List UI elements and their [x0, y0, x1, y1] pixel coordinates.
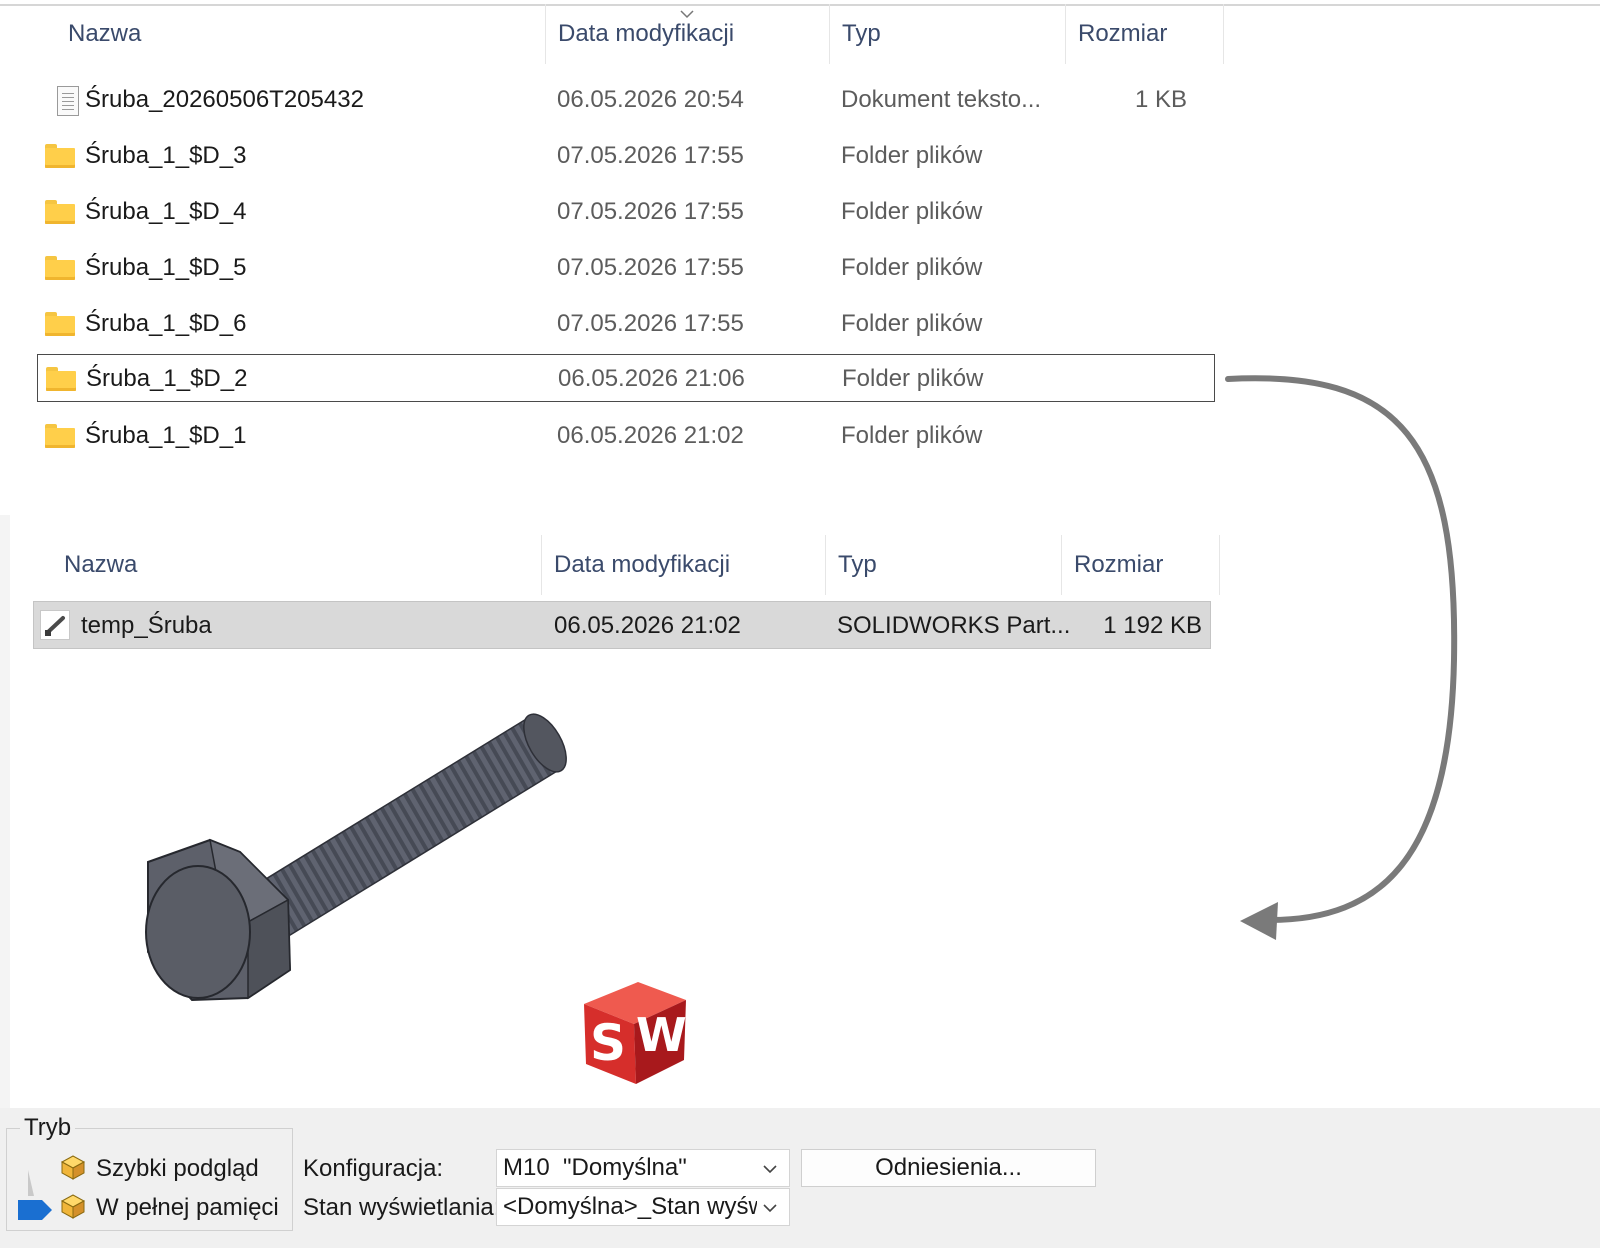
configuration-value: M10 "Domyślna" [503, 1154, 687, 1181]
column-header-type[interactable]: Typ [826, 535, 1062, 595]
curved-arrow-annotation [1225, 375, 1458, 940]
folder-row-selected[interactable]: Śruba_1_$D_2 06.05.2026 21:06 Folder pli… [37, 354, 1215, 402]
dialog-left-edge [0, 515, 10, 1108]
file-date: 06.05.2026 20:54 [557, 86, 744, 113]
mode-group-title: Tryb [20, 1114, 76, 1142]
folder-date: 06.05.2026 21:02 [557, 422, 744, 449]
folder-name: Śruba_1_$D_3 [85, 142, 247, 169]
file-size: 1 KB [1134, 86, 1187, 113]
folder-date: 07.05.2026 17:55 [557, 198, 744, 225]
column-header-size[interactable]: Rozmiar [1062, 535, 1220, 595]
logo-letter-w: W [636, 1008, 687, 1062]
folder-type: Folder plików [841, 198, 983, 225]
folder-date: 06.05.2026 21:06 [558, 365, 745, 392]
folder-date: 07.05.2026 17:55 [557, 254, 744, 281]
folder-date: 07.05.2026 17:55 [557, 142, 744, 169]
selection-indicator-icon [18, 1170, 52, 1226]
part-size: 1 192 KB [1103, 612, 1202, 639]
column-header-size[interactable]: Rozmiar [1066, 4, 1224, 64]
file-row[interactable]: Śruba_20260506T205432 06.05.2026 20:54 D… [37, 76, 1215, 124]
display-state-value: <Domyślna>_Stan wyśw [503, 1193, 766, 1220]
references-button[interactable]: Odniesienia... [801, 1149, 1096, 1187]
solidworks-part-icon [40, 610, 70, 640]
folder-type: Folder plików [841, 310, 983, 337]
quick-view-label: Szybki podgląd [96, 1155, 259, 1182]
file-name: Śruba_20260506T205432 [85, 86, 364, 113]
column-header-date[interactable]: Data modyfikacji [542, 535, 826, 595]
configuration-select[interactable]: M10 "Domyślna" [496, 1149, 790, 1187]
chevron-down-icon [757, 1189, 783, 1225]
folder-name: Śruba_1_$D_2 [86, 365, 248, 392]
column-header-name[interactable]: Nazwa [56, 4, 546, 64]
part-name: temp_Śruba [81, 612, 212, 639]
folder-row[interactable]: Śruba_1_$D_1 06.05.2026 21:02 Folder pli… [37, 412, 1215, 460]
display-state-select[interactable]: <Domyślna>_Stan wyśw [496, 1188, 790, 1226]
column-header-name[interactable]: Nazwa [52, 535, 542, 595]
bolt-preview-image [145, 713, 567, 1002]
folder-type: Folder plików [841, 254, 983, 281]
folder-name: Śruba_1_$D_4 [85, 198, 247, 225]
full-memory-label: W pełnej pamięci [96, 1194, 279, 1221]
folder-row[interactable]: Śruba_1_$D_4 07.05.2026 17:55 Folder pli… [37, 188, 1215, 236]
folder-icon [46, 365, 76, 393]
chevron-down-icon [757, 1150, 783, 1186]
display-state-label: Stan wyświetlania: [303, 1194, 501, 1221]
folder-name: Śruba_1_$D_1 [85, 422, 247, 449]
folder-row[interactable]: Śruba_1_$D_6 07.05.2026 17:55 Folder pli… [37, 300, 1215, 348]
quick-view-cube-icon [58, 1153, 88, 1181]
folder-icon [45, 198, 75, 226]
column-header-type[interactable]: Typ [830, 4, 1066, 64]
folder-row[interactable]: Śruba_1_$D_5 07.05.2026 17:55 Folder pli… [37, 244, 1215, 292]
solidworks-logo: S W [578, 978, 690, 1086]
folder-name: Śruba_1_$D_5 [85, 254, 247, 281]
text-document-icon [45, 86, 79, 116]
folder-type: Folder plików [841, 142, 983, 169]
folder-date: 07.05.2026 17:55 [557, 310, 744, 337]
folder-type: Folder plików [842, 365, 984, 392]
folder-icon [45, 254, 75, 282]
bottom-pane-header: Nazwa Data modyfikacji Typ Rozmiar [0, 535, 1220, 595]
folder-type: Folder plików [841, 422, 983, 449]
part-type: SOLIDWORKS Part... [837, 612, 1071, 639]
part-date: 06.05.2026 21:02 [554, 612, 741, 639]
folder-name: Śruba_1_$D_6 [85, 310, 247, 337]
configuration-label: Konfiguracja: [303, 1155, 444, 1182]
file-type: Dokument teksto... [841, 86, 1042, 113]
part-file-row-selected[interactable]: temp_Śruba 06.05.2026 21:02 SOLIDWORKS P… [33, 601, 1211, 649]
column-header-date[interactable]: Data modyfikacji [546, 4, 830, 64]
folder-row[interactable]: Śruba_1_$D_3 07.05.2026 17:55 Folder pli… [37, 132, 1215, 180]
folder-icon [45, 422, 75, 450]
top-pane-header: Nazwa Data modyfikacji Typ Rozmiar [0, 4, 1224, 64]
folder-icon [45, 310, 75, 338]
full-memory-cube-icon [58, 1192, 88, 1220]
folder-icon [45, 142, 75, 170]
logo-letter-s: S [590, 1014, 627, 1072]
